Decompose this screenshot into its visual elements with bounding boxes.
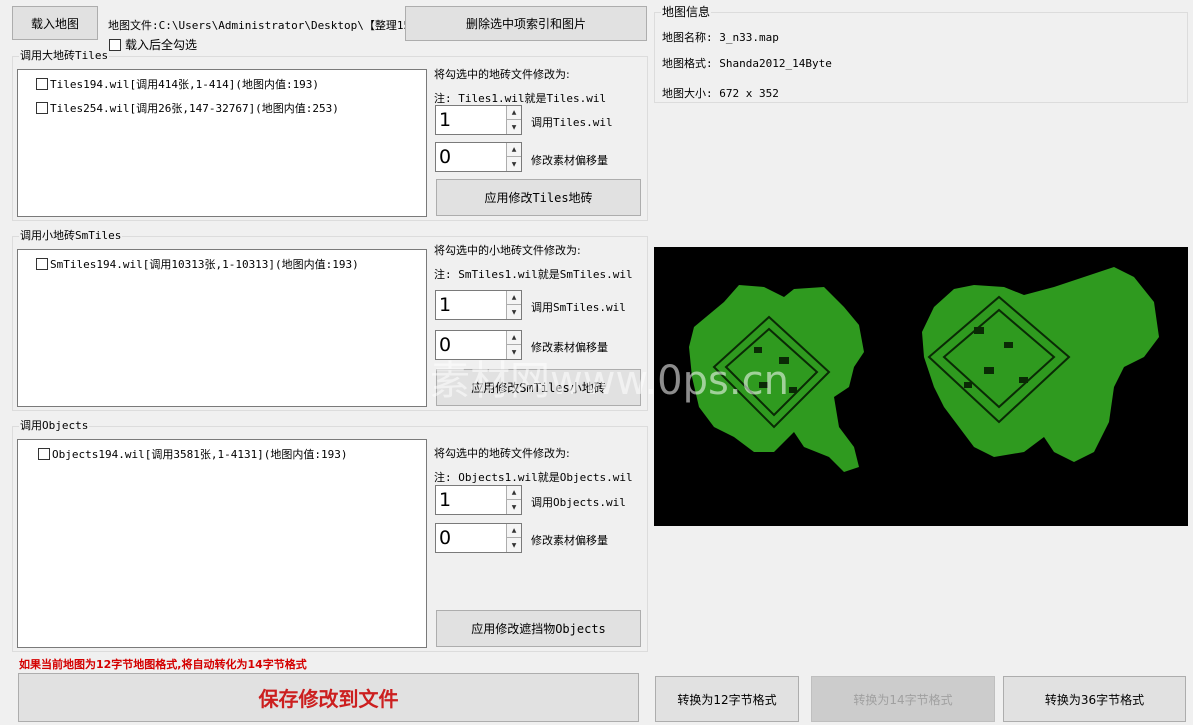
smtiles-note: 注: SmTiles1.wil就是SmTiles.wil — [434, 268, 633, 281]
tiles-index-value: 1 — [439, 109, 452, 131]
tiles-offset-spin: ▲ ▼ — [506, 143, 521, 171]
tiles-index-stepper[interactable]: 1 ▲ ▼ — [435, 105, 522, 135]
list-item[interactable]: Tiles194.wil[调用414张,1-414](地图内值:193) — [36, 76, 319, 92]
apply-objects-button[interactable]: 应用修改遮挡物Objects — [436, 610, 641, 647]
list-item-label: Tiles194.wil[调用414张,1-414](地图内值:193) — [50, 78, 320, 91]
convert-12-byte-button[interactable]: 转换为12字节格式 — [655, 676, 799, 722]
select-all-checkbox[interactable] — [109, 38, 121, 51]
map-info-title: 地图信息 — [661, 5, 712, 19]
list-item-label: SmTiles194.wil[调用10313张,1-10313](地图内值:19… — [50, 258, 359, 271]
tiles-offset-label: 修改素材偏移量 — [531, 154, 608, 167]
smtiles-index-value: 1 — [439, 294, 452, 316]
map-preview[interactable] — [654, 247, 1188, 526]
smtiles-offset-label: 修改素材偏移量 — [531, 341, 608, 354]
spin-up-icon[interactable]: ▲ — [507, 291, 521, 305]
tiles-index-label: 调用Tiles.wil — [531, 116, 613, 129]
tiles-change-label: 将勾选中的地砖文件修改为: — [434, 68, 570, 81]
list-item-label: Tiles254.wil[调用26张,147-32767](地图内值:253) — [50, 102, 339, 115]
spin-up-icon[interactable]: ▲ — [507, 524, 521, 538]
objects-offset-spin: ▲ ▼ — [506, 524, 521, 552]
tiles-group-title: 调用大地砖Tiles — [19, 49, 110, 63]
map-format: 地图格式: Shanda2012_14Byte — [662, 57, 832, 70]
apply-smtiles-button[interactable]: 应用修改SmTiles小地砖 — [436, 369, 641, 406]
objects-index-stepper[interactable]: 1 ▲ ▼ — [435, 485, 522, 515]
spin-down-icon[interactable]: ▼ — [507, 500, 521, 514]
smtiles-offset-spin: ▲ ▼ — [506, 331, 521, 359]
delete-selected-button[interactable]: 删除选中项索引和图片 — [405, 6, 647, 41]
convert-14-byte-button[interactable]: 转换为14字节格式 — [811, 676, 995, 722]
spin-down-icon[interactable]: ▼ — [507, 157, 521, 171]
list-item-label: Objects194.wil[调用3581张,1-4131](地图内值:193) — [52, 448, 348, 461]
list-item-checkbox[interactable] — [36, 258, 48, 270]
spin-up-icon[interactable]: ▲ — [507, 331, 521, 345]
spin-down-icon[interactable]: ▼ — [507, 345, 521, 359]
load-map-button[interactable]: 载入地图 — [12, 6, 98, 40]
spin-up-icon[interactable]: ▲ — [507, 486, 521, 500]
list-item[interactable]: Tiles254.wil[调用26张,147-32767](地图内值:253) — [36, 100, 339, 116]
map-size: 地图大小: 672 x 352 — [662, 87, 779, 100]
map-preview-image — [689, 267, 1159, 472]
list-item-checkbox[interactable] — [36, 78, 48, 90]
objects-offset-stepper[interactable]: 0 ▲ ▼ — [435, 523, 522, 553]
objects-change-label: 将勾选中的地砖文件修改为: — [434, 447, 570, 460]
apply-tiles-button[interactable]: 应用修改Tiles地砖 — [436, 179, 641, 216]
spin-down-icon[interactable]: ▼ — [507, 538, 521, 552]
smtiles-offset-value: 0 — [439, 334, 452, 356]
spin-up-icon[interactable]: ▲ — [507, 143, 521, 157]
smtiles-group-title: 调用小地砖SmTiles — [19, 229, 123, 243]
smtiles-index-stepper[interactable]: 1 ▲ ▼ — [435, 290, 522, 320]
tiles-index-spin: ▲ ▼ — [506, 106, 521, 134]
objects-offset-label: 修改素材偏移量 — [531, 534, 608, 547]
objects-offset-value: 0 — [439, 527, 452, 549]
objects-note: 注: Objects1.wil就是Objects.wil — [434, 471, 633, 484]
select-all-label: 载入后全勾选 — [125, 38, 198, 52]
spin-down-icon[interactable]: ▼ — [507, 305, 521, 319]
list-item[interactable]: SmTiles194.wil[调用10313张,1-10313](地图内值:19… — [36, 256, 359, 272]
spin-down-icon[interactable]: ▼ — [507, 120, 521, 134]
tiles-note: 注: Tiles1.wil就是Tiles.wil — [434, 92, 607, 105]
objects-group-title: 调用Objects — [19, 419, 90, 433]
smtiles-change-label: 将勾选中的小地砖文件修改为: — [434, 244, 581, 257]
convert-36-byte-button[interactable]: 转换为36字节格式 — [1003, 676, 1186, 722]
tiles-offset-stepper[interactable]: 0 ▲ ▼ — [435, 142, 522, 172]
smtiles-index-spin: ▲ ▼ — [506, 291, 521, 319]
objects-list[interactable]: Objects194.wil[调用3581张,1-4131](地图内值:193) — [17, 439, 427, 648]
objects-index-label: 调用Objects.wil — [531, 496, 626, 509]
tiles-offset-value: 0 — [439, 146, 452, 168]
tiles-list[interactable]: Tiles194.wil[调用414张,1-414](地图内值:193) Til… — [17, 69, 427, 217]
smtiles-list[interactable]: SmTiles194.wil[调用10313张,1-10313](地图内值:19… — [17, 249, 427, 407]
smtiles-index-label: 调用SmTiles.wil — [531, 301, 626, 314]
map-terrain-right — [922, 267, 1159, 462]
list-item-checkbox[interactable] — [36, 102, 48, 114]
map-name: 地图名称: 3_n33.map — [662, 31, 779, 44]
select-all-on-load-option[interactable]: 载入后全勾选 — [109, 36, 197, 53]
spin-up-icon[interactable]: ▲ — [507, 106, 521, 120]
objects-index-value: 1 — [439, 489, 452, 511]
smtiles-offset-stepper[interactable]: 0 ▲ ▼ — [435, 330, 522, 360]
list-item-checkbox[interactable] — [38, 448, 50, 460]
objects-index-spin: ▲ ▼ — [506, 486, 521, 514]
save-to-file-button[interactable]: 保存修改到文件 — [18, 673, 639, 722]
map-file-path: 地图文件:C:\Users\Administrator\Desktop\【整理1… — [108, 19, 422, 32]
format-warning: 如果当前地图为12字节地图格式,将自动转化为14字节格式 — [19, 658, 307, 671]
map-terrain-left — [689, 285, 864, 472]
list-item[interactable]: Objects194.wil[调用3581张,1-4131](地图内值:193) — [38, 446, 348, 462]
